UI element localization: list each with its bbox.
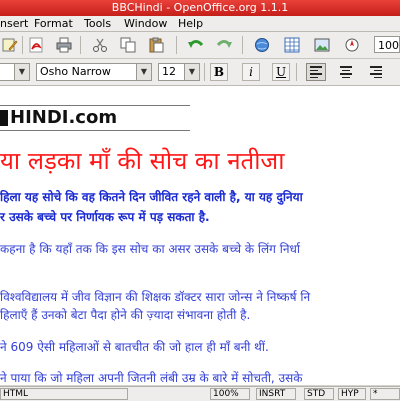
undo-icon: [188, 40, 204, 48]
align-center-icon: [340, 66, 352, 78]
bold-button[interactable]: B: [210, 63, 228, 81]
menu-tools[interactable]: Tools: [84, 16, 111, 31]
globe-icon: [255, 38, 269, 52]
table-button[interactable]: [282, 35, 302, 55]
copy-button[interactable]: [118, 35, 138, 55]
image-button[interactable]: [312, 35, 332, 55]
paste-button[interactable]: [146, 35, 166, 55]
clipboard-icon: [149, 37, 164, 53]
hyperlink-button[interactable]: [252, 35, 272, 55]
font-size-select[interactable]: 12 ▼: [158, 63, 200, 81]
font-name-value: Osho Narrow: [40, 65, 111, 78]
italic-button[interactable]: i: [242, 63, 260, 81]
chevron-down-icon[interactable]: ▼: [184, 64, 199, 80]
redo-button[interactable]: [214, 35, 234, 55]
printer-icon: [56, 37, 72, 53]
status-zoom[interactable]: 100%: [210, 388, 250, 400]
menu-window[interactable]: Window: [124, 16, 167, 31]
font-name-select[interactable]: Osho Narrow ▼: [36, 63, 152, 81]
status-hyphenation[interactable]: HYP: [338, 388, 366, 400]
print-button[interactable]: [54, 35, 74, 55]
paragraph-1: कहना है कि यहाँ तक कि इस सोच का असर उसके…: [0, 242, 301, 256]
status-selection-mode[interactable]: STD: [304, 388, 334, 400]
navigator-icon: [345, 38, 359, 52]
bbc-hindi-logo: HINDI.com: [0, 105, 190, 131]
navigator-button[interactable]: [342, 35, 362, 55]
paragraph-style-select[interactable]: ▼: [0, 63, 30, 81]
logo-text: HINDI.com: [10, 107, 118, 128]
menu-help[interactable]: Help: [178, 16, 203, 31]
font-size-value: 12: [162, 65, 176, 78]
align-right-icon: [370, 66, 382, 78]
paragraph-2-line-1: विश्वविद्यालय में जीव विज्ञान की शिक्षक …: [0, 290, 311, 304]
standard-toolbar: 100: [0, 32, 400, 59]
paragraph-2-line-2: हिलाएँ हैं उनको बेटा पैदा होने की ज़्याद…: [0, 308, 251, 322]
window-title: BBCHindi - OpenOffice.org 1.1.1: [0, 0, 400, 16]
paragraph-4: ने पाया कि जो महिला अपनी जितनी लंबी उम्र…: [0, 371, 303, 385]
image-icon: [314, 38, 330, 52]
align-left-icon: [310, 66, 322, 78]
article-heading: या लड़का माँ की सोच का नतीजा: [0, 147, 285, 175]
edit-file-button[interactable]: [0, 35, 20, 55]
align-right-button[interactable]: [366, 63, 386, 81]
status-modified: *: [370, 388, 400, 400]
status-bar: HTML 100% INSRT STD HYP *: [0, 386, 400, 401]
edit-icon: [2, 38, 18, 52]
align-left-button[interactable]: [306, 63, 326, 81]
formatting-toolbar: ▼ Osho Narrow ▼ 12 ▼ B i U: [0, 59, 400, 86]
intro-line-2: र उसके बच्चे पर निर्णायक रूप में पड़ सकत…: [0, 210, 210, 224]
menu-insert[interactable]: nsert: [0, 16, 28, 31]
status-mode: HTML: [0, 388, 128, 400]
scissors-icon: [93, 38, 107, 52]
chevron-down-icon[interactable]: ▼: [14, 64, 29, 80]
align-center-button[interactable]: [336, 63, 356, 81]
menu-format[interactable]: Format: [34, 16, 73, 31]
status-insert-mode[interactable]: INSRT: [256, 388, 296, 400]
pdf-icon: [29, 37, 43, 53]
table-icon: [284, 37, 300, 53]
undo-button[interactable]: [186, 35, 206, 55]
export-pdf-button[interactable]: [26, 35, 46, 55]
intro-line-1: हिला यह सोचे कि वह कितने दिन जीवित रहने …: [0, 190, 303, 204]
cut-button[interactable]: [90, 35, 110, 55]
zoom-input[interactable]: 100: [374, 36, 400, 53]
redo-icon: [216, 40, 232, 48]
copy-icon: [120, 37, 136, 53]
logo-mark: [0, 110, 8, 126]
menu-bar: nsert Format Tools Window Help: [0, 16, 400, 32]
paragraph-3: ने 609 ऐसी महिलाओं से बातचीत की जो हाल ह…: [0, 340, 269, 354]
underline-button[interactable]: U: [272, 63, 290, 81]
chevron-down-icon[interactable]: ▼: [136, 64, 151, 80]
